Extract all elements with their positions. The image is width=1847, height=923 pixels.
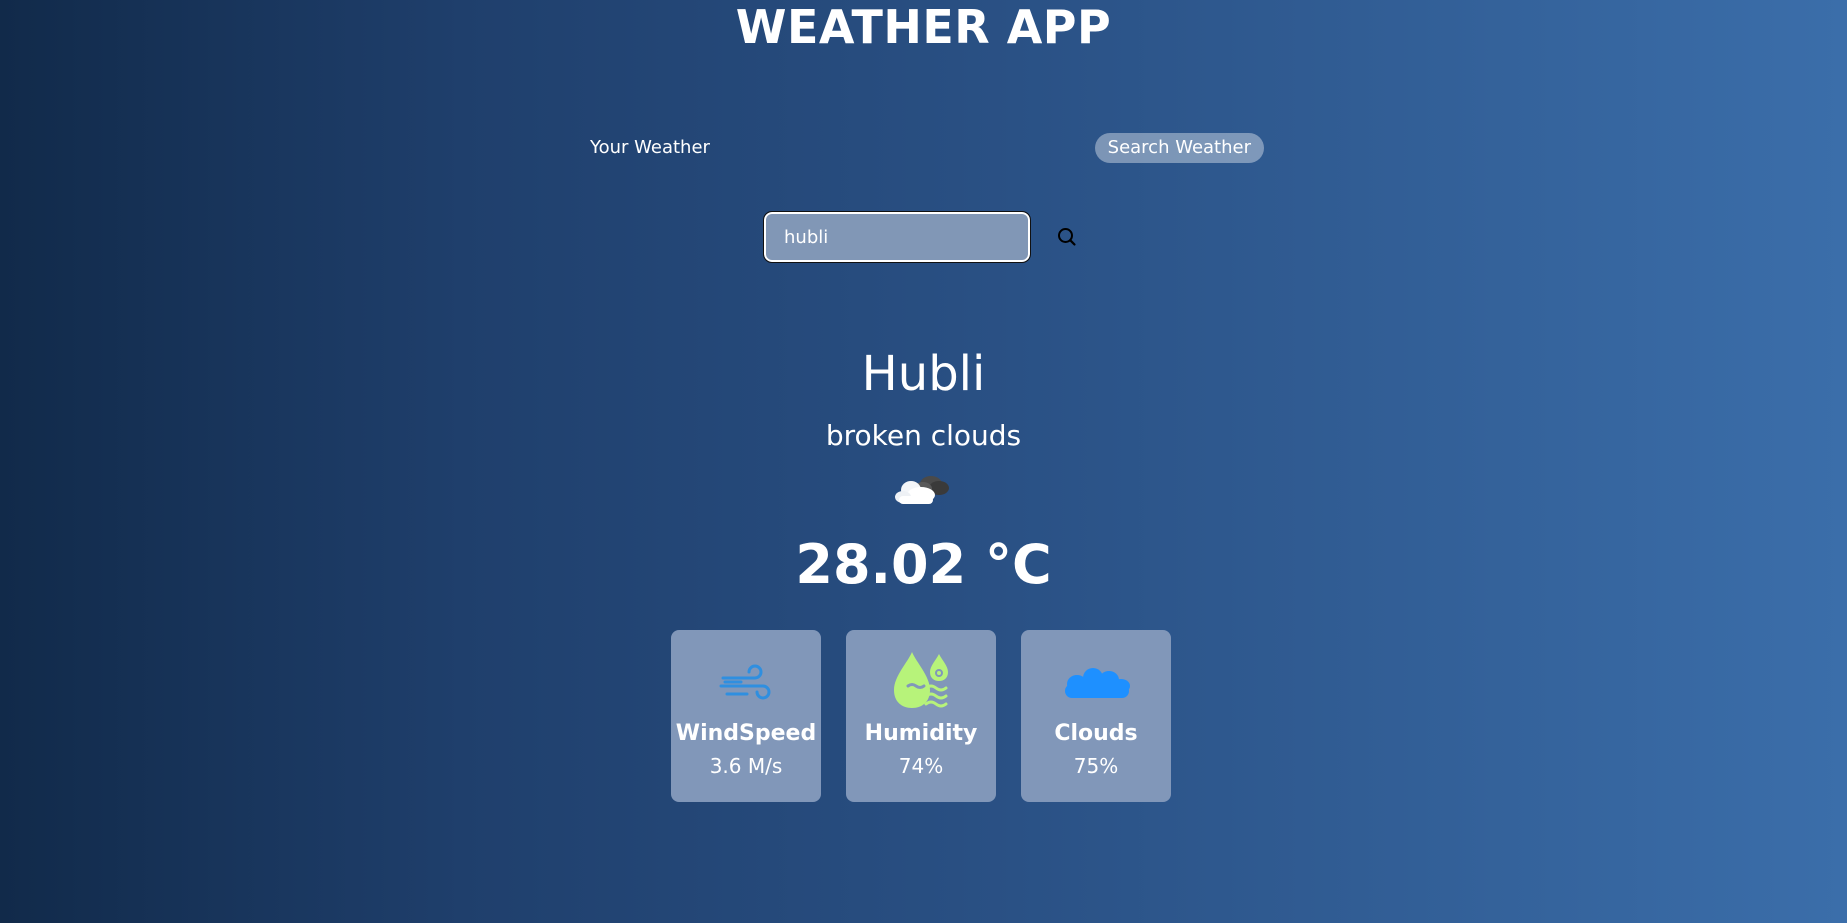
app-title: WEATHER APP	[735, 0, 1112, 54]
temperature: 28.02 °C	[795, 533, 1052, 596]
clouds-value: 75%	[1073, 754, 1119, 778]
humidity-label: Humidity	[864, 721, 978, 746]
search-input[interactable]	[763, 211, 1031, 263]
search-icon	[1058, 228, 1076, 246]
windspeed-card: WindSpeed 3.6 M/s	[671, 630, 821, 802]
tab-search-weather[interactable]: Search Weather	[1094, 133, 1264, 163]
cloud-icon	[1065, 668, 1130, 698]
tab-your-weather[interactable]: Your Weather	[590, 137, 710, 158]
clouds-card: Clouds 75%	[1021, 630, 1171, 802]
weather-description: broken clouds	[825, 419, 1022, 452]
weather-cards: WindSpeed 3.6 M/s Humidity 74% Clouds 75…	[671, 630, 1171, 802]
search-button[interactable]	[1054, 224, 1080, 250]
wind-icon	[719, 664, 771, 700]
broken-clouds-icon	[895, 476, 949, 504]
humidity-value: 74%	[898, 754, 944, 778]
humidity-card: Humidity 74%	[846, 630, 996, 802]
windspeed-value: 3.6 M/s	[709, 754, 783, 778]
clouds-label: Clouds	[1054, 721, 1138, 746]
tab-bar: Your Weather Search Weather	[578, 133, 1270, 165]
humidity-icon	[894, 652, 948, 708]
city-name: Hubli	[861, 346, 986, 402]
windspeed-label: WindSpeed	[675, 721, 817, 746]
